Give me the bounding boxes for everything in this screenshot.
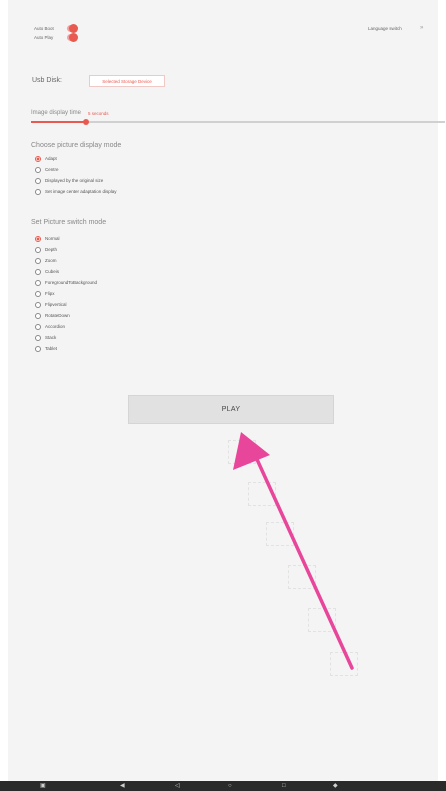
recents-icon[interactable]: □	[282, 783, 286, 789]
volume-down-icon[interactable]: ◀	[120, 783, 125, 789]
arrow-head	[233, 432, 270, 470]
system-navigation-bar: ▣ ◀ ◁ ○ □ ◆	[0, 781, 446, 791]
screenshot-icon[interactable]: ▣	[40, 783, 46, 789]
back-icon[interactable]: ◁	[175, 783, 180, 789]
arrow-shaft	[253, 453, 354, 670]
annotation-arrow	[233, 432, 354, 670]
home-icon[interactable]: ○	[228, 783, 232, 789]
volume-up-icon[interactable]: ◆	[333, 783, 338, 789]
